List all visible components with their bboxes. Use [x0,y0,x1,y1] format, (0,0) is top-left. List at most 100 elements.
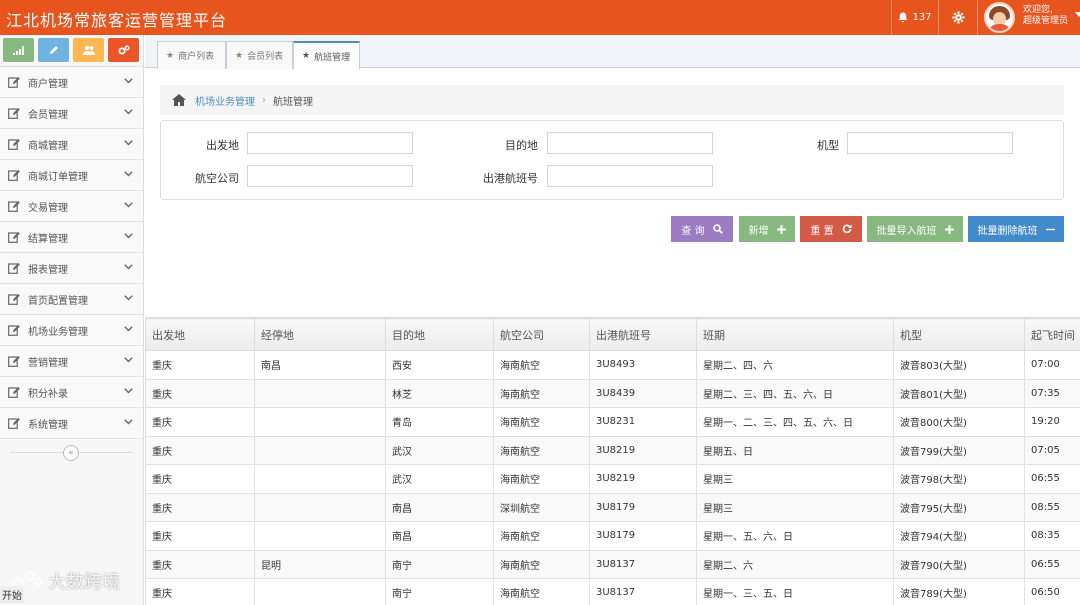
pencil-icon [49,46,58,54]
search-icon [712,224,723,234]
table-row[interactable]: 重庆 南昌 西安 海南航空 3U8493 星期二、四、六 波音803(大型) 07:00 [145,350,1080,380]
table-row[interactable]: 重庆 南昌 海南航空 3U8179 星期一、五、六、日 波音794(大型) 08:35 [145,521,1080,551]
column-header[interactable]: 出港航班号 [589,318,697,351]
shortcut-signal-button[interactable] [3,38,34,62]
sidebar-item[interactable]: 商户管理 [0,67,143,98]
table-row[interactable]: 重庆 南宁 海南航空 3U8137 星期一、三、五、日 波音789(大型) 06:50 [145,578,1080,605]
home-icon[interactable] [172,94,186,106]
chevron-down-icon [124,76,133,87]
table-cell [254,464,386,494]
settings-button[interactable] [939,0,977,35]
destination-input[interactable] [547,132,713,154]
table-cell: 06:55 [1024,464,1080,494]
welcome-text: 欢迎您, 超级管理员 [1023,5,1068,27]
tab-merchant-list[interactable]: ★ 商户列表 [157,41,226,69]
sidebar-item[interactable]: 会员管理 [0,98,143,129]
sidebar-item[interactable]: 系统管理 [0,408,143,439]
sidebar-item[interactable]: 交易管理 [0,191,143,222]
column-header[interactable]: 机型 [893,318,1025,351]
table-cell: 海南航空 [493,549,590,579]
chevron-down-icon [124,200,133,211]
table-cell: 西安 [385,350,494,380]
user-name: 超级管理员 [1023,16,1069,26]
sidebar-item-label: 交易管理 [28,202,68,214]
table-cell [254,407,386,437]
sidebar-menu: 商户管理会员管理商城管理 商城订单管理交易管理结算管理报表管理首页配置管理 机场业务… [0,67,143,439]
table-cell: 海南航空 [493,521,590,551]
star-icon: ★ [302,51,311,61]
chevron-down-icon [124,231,133,242]
sidebar-item[interactable]: 报表管理 [0,253,143,284]
add-button[interactable]: 新增 [739,216,795,242]
table-cell [254,435,386,465]
flight-table: 出发地 经停地 目的地 航空公司 出港航班号 班期 机型 起飞时间 重庆 南昌 西安 海南航空 3U8… [145,318,1080,605]
table-cell: 林芝 [385,378,494,408]
taskbar-start-button[interactable]: 开始 [0,586,24,603]
column-header[interactable]: 经停地 [254,318,386,351]
table-cell: 3U8219 [589,435,697,465]
sidebar-item[interactable]: 商城管理 [0,129,143,160]
query-button[interactable]: 查 询 [671,216,733,242]
sidebar-item-label: 报表管理 [28,264,68,276]
watermark-text: 大数跨境 [48,572,120,593]
reset-button[interactable]: 重 置 [800,216,862,242]
table-row[interactable]: 重庆 南昌 深圳航空 3U8179 星期三 波音795(大型) 08:55 [145,492,1080,522]
chevron-down-icon [124,107,133,118]
breadcrumb-separator: › [262,94,266,106]
airline-input[interactable] [247,165,413,187]
tab-flight-management[interactable]: ★ 航班管理 [293,41,360,69]
table-cell: 重庆 [145,464,255,494]
table-cell: 星期一、二、三、四、五、六、日 [696,407,894,437]
cogs-icon [118,45,130,55]
table-cell: 青岛 [385,407,494,437]
table-cell: 06:55 [1024,549,1080,579]
column-header[interactable]: 航空公司 [493,318,590,351]
gear-icon [951,11,965,24]
shortcut-pencil-button[interactable] [38,38,69,62]
departure-input[interactable] [247,132,413,154]
table-cell: 波音799(大型) [893,435,1025,465]
collapse-sidebar-button[interactable]: « [63,445,79,461]
table-row[interactable]: 重庆 昆明 南宁 海南航空 3U8137 星期二、六 波音790(大型) 06:55 [145,549,1080,579]
notification-button[interactable]: 137 [892,0,938,35]
shortcut-users-button[interactable] [73,38,104,62]
table-row[interactable]: 重庆 青岛 海南航空 3U8231 星期一、二、三、四、五、六、日 波音800(大型) 19… [145,407,1080,437]
departure-label: 出发地 [206,139,239,152]
sidebar-item[interactable]: 商城订单管理 [0,160,143,191]
column-header[interactable]: 起飞时间 [1024,318,1080,351]
shortcut-cogs-button[interactable] [108,38,139,62]
tab-member-list[interactable]: ★ 会员列表 [226,41,293,69]
chevron-down-icon [124,138,133,149]
edit-icon [8,76,20,88]
table-cell: 波音794(大型) [893,521,1025,551]
column-header[interactable]: 出发地 [145,318,255,351]
flight-no-input[interactable] [547,165,713,187]
table-row[interactable]: 重庆 武汉 海南航空 3U8219 星期三 波音798(大型) 06:55 [145,464,1080,494]
star-icon: ★ [166,50,175,61]
sidebar-item[interactable]: 营销管理 [0,346,143,377]
sidebar-item[interactable]: 结算管理 [0,222,143,253]
sidebar-item[interactable]: 机场业务管理 [0,315,143,346]
sidebar-item-label: 积分补录 [28,388,68,400]
caret-down-icon [1075,12,1080,17]
table-cell: 星期一、三、五、日 [696,578,894,605]
aircraft-input[interactable] [847,132,1013,154]
batch-delete-button[interactable]: 批量删除航班 [968,216,1064,242]
table-cell: 星期二、三、四、五、六、日 [696,378,894,408]
edit-icon [8,107,20,119]
table-row[interactable]: 重庆 林芝 海南航空 3U8439 星期二、三、四、五、六、日 波音801(大型) 07:3… [145,378,1080,408]
column-header[interactable]: 班期 [696,318,894,351]
batch-import-button[interactable]: 批量导入航班 [867,216,963,242]
sidebar-item[interactable]: 积分补录 [0,377,143,408]
table-row[interactable]: 重庆 武汉 海南航空 3U8219 星期五、日 波音799(大型) 07:05 [145,435,1080,465]
table-cell: 星期一、五、六、日 [696,521,894,551]
sidebar-item[interactable]: 首页配置管理 [0,284,143,315]
sidebar-item-label: 会员管理 [28,109,68,121]
user-menu[interactable]: 欢迎您, 超级管理员 [978,0,1080,35]
table-cell: 武汉 [385,464,494,494]
breadcrumb-parent-link[interactable]: 机场业务管理 [195,93,255,108]
chevron-down-icon [124,324,133,335]
filter-panel: 出发地 目的地 机型 航空公司 出港航班号 [160,120,1064,200]
edit-icon [8,231,20,243]
column-header[interactable]: 目的地 [385,318,494,351]
